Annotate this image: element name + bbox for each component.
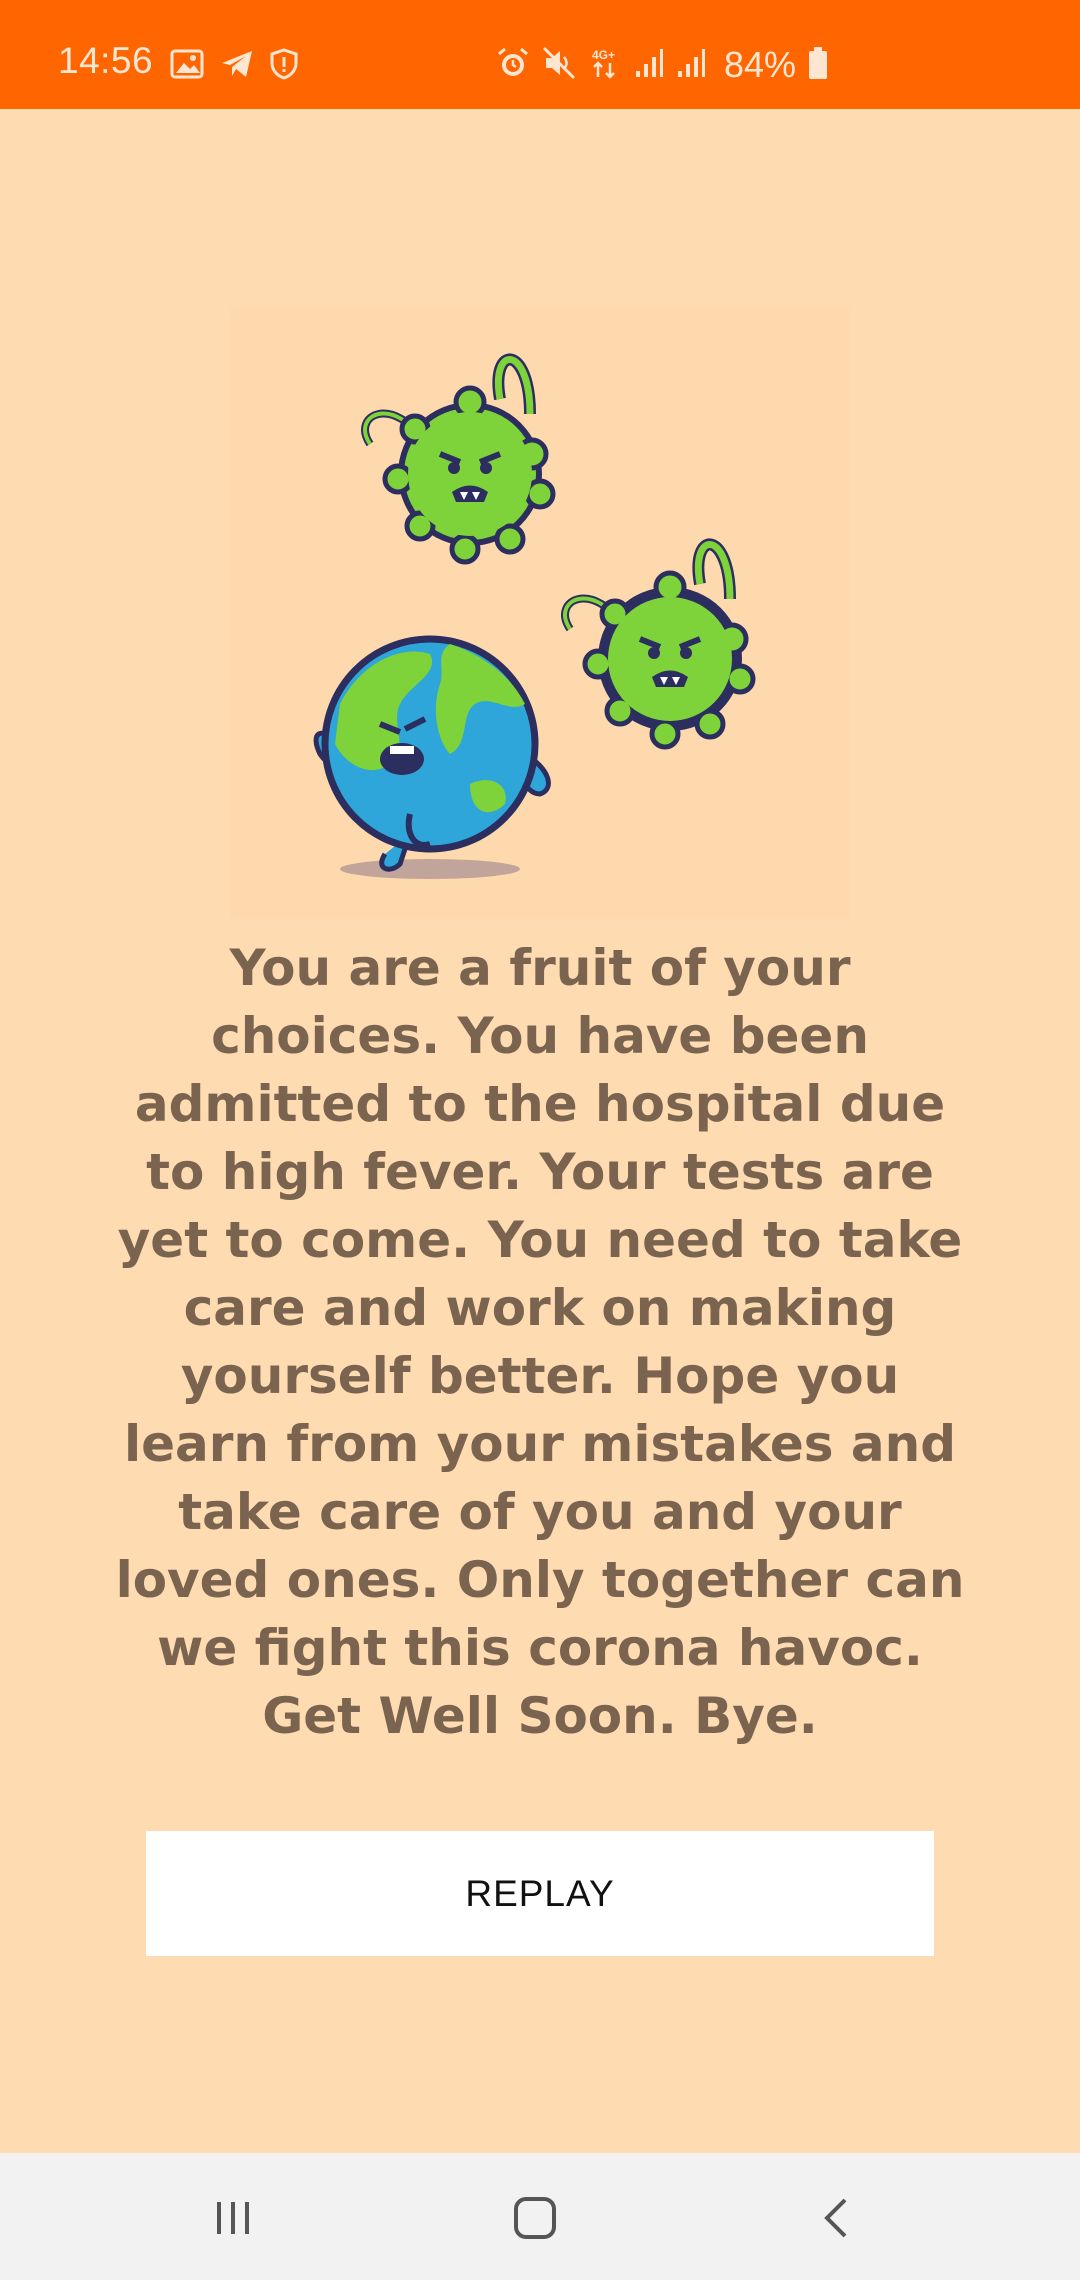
telegram-icon bbox=[220, 49, 254, 84]
recent-apps-icon[interactable] bbox=[198, 2183, 268, 2253]
mute-icon bbox=[542, 46, 576, 85]
svg-text:4G+: 4G+ bbox=[592, 48, 615, 62]
status-bar: 14:56 4G+ 84% bbox=[0, 0, 1080, 109]
signal-icon bbox=[676, 47, 706, 84]
navigation-bar bbox=[0, 2153, 1080, 2280]
signal-icon bbox=[634, 47, 664, 84]
battery-icon bbox=[808, 46, 828, 85]
replay-button-label: REPLAY bbox=[465, 1872, 615, 1914]
main-content: You are a fruit of your choices. You hav… bbox=[0, 109, 1080, 2153]
notification-icons bbox=[170, 48, 298, 85]
network-4g-icon: 4G+ bbox=[588, 46, 622, 85]
home-icon[interactable] bbox=[500, 2183, 570, 2253]
gallery-icon bbox=[170, 49, 204, 84]
system-icons: 4G+ 84% bbox=[496, 44, 828, 86]
battery-percent: 84% bbox=[724, 44, 797, 85]
shield-icon bbox=[270, 48, 298, 85]
status-time: 14:56 bbox=[58, 40, 154, 81]
earth-fleeing-virus-illustration bbox=[230, 309, 850, 919]
replay-button[interactable]: REPLAY bbox=[146, 1831, 934, 1956]
alarm-icon bbox=[496, 46, 530, 85]
back-icon[interactable] bbox=[802, 2183, 872, 2253]
result-message: You are a fruit of your choices. You hav… bbox=[115, 939, 965, 1745]
